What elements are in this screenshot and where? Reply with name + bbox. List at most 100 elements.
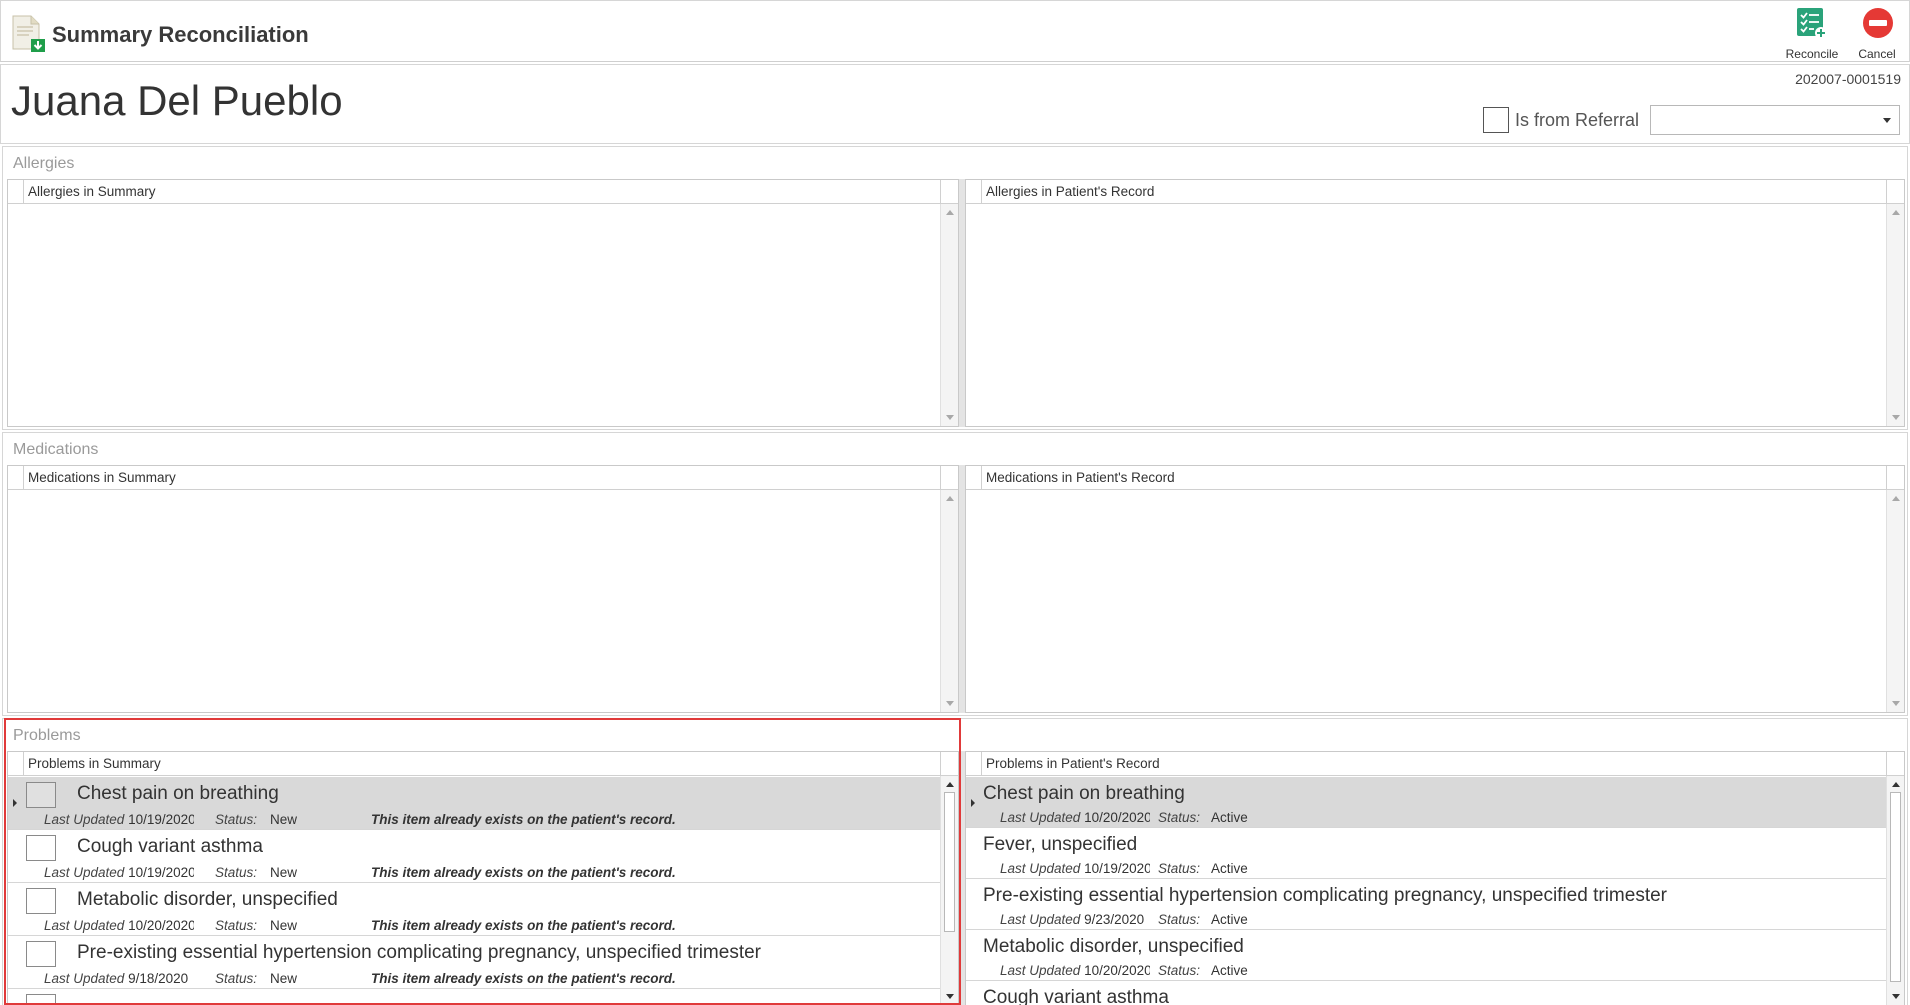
problem-name: Chest pain on breathing: [77, 783, 279, 804]
problems-section: Problems Problems in Summary Chest pain …: [2, 718, 1908, 1005]
table-row[interactable]: Metabolic disorder, unspecified Last Upd…: [8, 883, 940, 936]
status-value: New: [270, 918, 298, 933]
status-value: New: [270, 812, 298, 827]
problems-summary-scrollbar[interactable]: [940, 776, 958, 1005]
grid-header: Allergies in Summary: [8, 180, 958, 204]
last-updated-label: Last Updated: [44, 812, 125, 827]
problem-name: Chest pain on breathing: [983, 783, 1185, 804]
scroll-thumb[interactable]: [944, 792, 955, 932]
current-row-indicator-icon: [13, 799, 17, 807]
scroll-up-icon[interactable]: [1892, 782, 1900, 787]
table-row[interactable]: Cough variant asthma Last Updated 10/19/…: [8, 830, 940, 883]
problems-summary-rows: Chest pain on breathing Last Updated 10/…: [8, 777, 940, 1005]
status-label: Status:: [1158, 810, 1201, 825]
reconcile-item-checkbox[interactable]: [26, 782, 56, 808]
allergies-summary-scrollbar[interactable]: [940, 204, 958, 426]
medications-summary-grid: Medications in Summary: [7, 465, 959, 713]
scroll-up-icon[interactable]: [946, 496, 954, 501]
problem-name: Pre-existing essential hypertension comp…: [983, 885, 1667, 906]
medications-record-scrollbar[interactable]: [1886, 490, 1904, 712]
last-updated-value: 10/19/2020: [128, 812, 195, 827]
scroll-down-icon[interactable]: [1892, 701, 1900, 706]
problems-summary-header: Problems in Summary: [28, 756, 161, 771]
scroll-down-icon[interactable]: [946, 701, 954, 706]
reconcile-item-checkbox[interactable]: [26, 835, 56, 861]
table-row[interactable]: Fever, unspecified Last Updated 10/19/20…: [966, 828, 1886, 879]
scroll-up-icon[interactable]: [1892, 496, 1900, 501]
last-updated-value: 9/18/2020: [128, 971, 189, 986]
status-value: New: [270, 865, 298, 880]
table-row[interactable]: [8, 989, 940, 1005]
medications-summary-scrollbar[interactable]: [940, 490, 958, 712]
status-label: Status:: [215, 971, 258, 986]
last-updated-label: Last Updated: [1000, 912, 1081, 927]
status-label: Status:: [215, 918, 258, 933]
is-from-referral-checkbox[interactable]: [1483, 107, 1509, 133]
grid-header: Problems in Patient's Record: [966, 752, 1904, 776]
last-updated-label: Last Updated: [1000, 963, 1081, 978]
problem-name: Cough variant asthma: [77, 836, 263, 857]
scroll-up-icon[interactable]: [1892, 210, 1900, 215]
scroll-down-icon[interactable]: [946, 994, 954, 999]
allergies-section: Allergies Allergies in Summary Allergies…: [2, 146, 1908, 430]
last-updated-label: Last Updated: [1000, 861, 1081, 876]
table-row[interactable]: Chest pain on breathing Last Updated 10/…: [8, 777, 940, 830]
table-row[interactable]: Pre-existing essential hypertension comp…: [8, 936, 940, 989]
medications-section-title: Medications: [13, 441, 99, 458]
problem-name: Cough variant asthma: [983, 987, 1169, 1005]
title-bar: Summary Reconciliation Reconcile Cancel: [0, 0, 1910, 62]
medications-section: Medications Medications in Summary Medic…: [2, 432, 1908, 716]
duplicate-note: This item already exists on the patient'…: [371, 918, 676, 933]
last-updated-label: Last Updated: [44, 918, 125, 933]
table-row[interactable]: Chest pain on breathing Last Updated 10/…: [966, 777, 1886, 828]
scroll-down-icon[interactable]: [946, 415, 954, 420]
reconcile-button[interactable]: Reconcile: [1780, 5, 1844, 61]
problems-record-rows: Chest pain on breathing Last Updated 10/…: [966, 777, 1886, 1005]
document-id: 202007-0001519: [1795, 71, 1901, 87]
last-updated-value: 10/20/2020: [1084, 963, 1151, 978]
document-import-icon: [7, 13, 47, 53]
status-label: Status:: [215, 865, 258, 880]
patient-name: Juana Del Pueblo: [11, 77, 343, 124]
status-value: New: [270, 971, 298, 986]
table-row[interactable]: Pre-existing essential hypertension comp…: [966, 879, 1886, 930]
reconcile-item-checkbox[interactable]: [26, 994, 56, 1005]
referral-dropdown[interactable]: [1650, 105, 1900, 135]
no-entry-icon: [1863, 8, 1893, 38]
scroll-up-icon[interactable]: [946, 782, 954, 787]
medications-summary-header: Medications in Summary: [28, 470, 176, 485]
medications-record-header: Medications in Patient's Record: [986, 470, 1175, 485]
scroll-down-icon[interactable]: [1892, 415, 1900, 420]
reconcile-item-checkbox[interactable]: [26, 888, 56, 914]
current-row-indicator-icon: [971, 799, 975, 807]
grid-header: Medications in Patient's Record: [966, 466, 1904, 490]
status-label: Status:: [1158, 912, 1201, 927]
table-row[interactable]: Cough variant asthma: [966, 981, 1886, 1005]
last-updated-value: 10/19/2020: [128, 865, 195, 880]
allergies-record-grid: Allergies in Patient's Record: [965, 179, 1905, 427]
medications-record-grid: Medications in Patient's Record: [965, 465, 1905, 713]
problems-record-scrollbar[interactable]: [1886, 776, 1904, 1005]
scroll-up-icon[interactable]: [946, 210, 954, 215]
problems-record-grid: Problems in Patient's Record Chest pain …: [965, 751, 1905, 1005]
allergies-record-scrollbar[interactable]: [1886, 204, 1904, 426]
table-row[interactable]: Metabolic disorder, unspecified Last Upd…: [966, 930, 1886, 981]
last-updated-value: 9/23/2020: [1084, 912, 1145, 927]
problem-name: Metabolic disorder, unspecified: [983, 936, 1244, 957]
last-updated-value: 10/20/2020: [128, 918, 195, 933]
status-value: Active: [1211, 963, 1248, 978]
allergies-summary-header: Allergies in Summary: [28, 184, 156, 199]
scroll-down-icon[interactable]: [1892, 994, 1900, 999]
reconcile-item-checkbox[interactable]: [26, 941, 56, 967]
status-label: Status:: [1158, 861, 1201, 876]
problem-name: Pre-existing essential hypertension comp…: [77, 942, 761, 963]
duplicate-note: This item already exists on the patient'…: [371, 812, 676, 827]
scroll-thumb[interactable]: [1890, 792, 1901, 982]
window-title: Summary Reconciliation: [52, 22, 309, 47]
checklist-add-icon: [1797, 8, 1827, 39]
status-label: Status:: [1158, 963, 1201, 978]
last-updated-label: Last Updated: [1000, 810, 1081, 825]
last-updated-value: 10/19/2020: [1084, 861, 1151, 876]
problem-name: Fever, unspecified: [983, 834, 1138, 855]
cancel-button[interactable]: Cancel: [1845, 5, 1909, 61]
